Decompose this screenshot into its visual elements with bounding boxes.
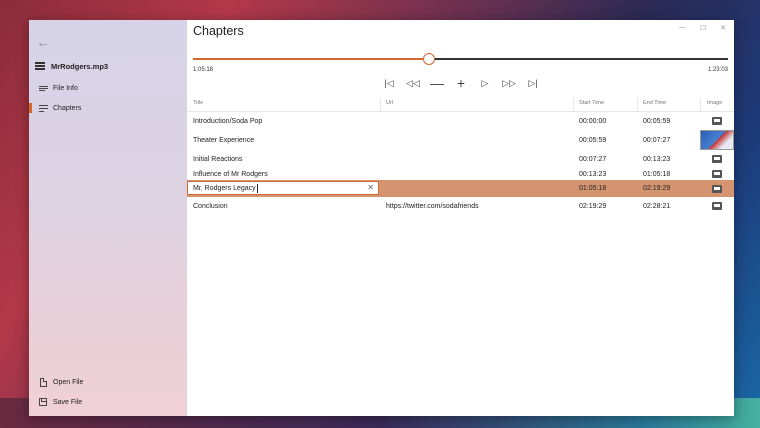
file-name: MrRodgers.mp3 xyxy=(51,61,109,71)
cell-title[interactable]: Initial Reactions xyxy=(193,151,242,167)
column-header-end[interactable]: End Time xyxy=(643,100,666,106)
sidebar: ← MrRodgers.mp3 File Info Chapters Open … xyxy=(29,20,187,416)
chapters-list-icon xyxy=(38,104,48,112)
sidebar-item-file-info[interactable]: File Info xyxy=(29,80,187,96)
back-arrow-icon[interactable]: ← xyxy=(33,35,53,51)
play-icon[interactable]: ▷ xyxy=(478,76,492,90)
save-file-button[interactable]: Save File xyxy=(29,394,187,410)
cell-end-time[interactable]: 00:05:59 xyxy=(643,113,670,129)
image-icon[interactable] xyxy=(712,184,722,193)
cell-end-time[interactable]: 02:28:21 xyxy=(643,198,670,214)
table-row[interactable]: Conclusion https://twitter.com/sodafrien… xyxy=(187,198,734,214)
image-icon[interactable] xyxy=(712,202,722,210)
cell-start-time[interactable]: 01:05:18 xyxy=(579,180,606,197)
column-divider[interactable] xyxy=(380,98,381,112)
table-row[interactable]: Theater Experience 00:05:59 00:07:27 xyxy=(187,130,734,150)
close-icon[interactable]: ✕ xyxy=(720,24,726,32)
cell-end-time[interactable]: 00:13:23 xyxy=(643,151,670,167)
info-lines-icon xyxy=(38,85,48,92)
image-icon[interactable] xyxy=(712,155,722,163)
remove-chapter-icon[interactable]: — xyxy=(430,75,444,91)
column-divider[interactable] xyxy=(573,98,574,112)
playback-slider-thumb[interactable] xyxy=(422,53,435,65)
add-chapter-icon[interactable]: + xyxy=(454,75,468,91)
cell-end-time[interactable]: 02:19:29 xyxy=(643,180,670,197)
sidebar-item-label: Chapters xyxy=(53,104,82,112)
skip-end-icon[interactable]: ▷| xyxy=(526,76,540,90)
cell-start-time[interactable]: 00:05:59 xyxy=(579,130,606,150)
table-row[interactable]: Introduction/Soda Pop 00:00:00 00:05:59 xyxy=(187,113,734,129)
open-file-button[interactable]: Open File xyxy=(29,374,187,390)
playback-slider[interactable] xyxy=(193,53,728,65)
cell-end-time[interactable]: 00:07:27 xyxy=(643,130,670,150)
save-file-icon xyxy=(39,398,47,406)
cell-title[interactable]: Introduction/Soda Pop xyxy=(193,113,262,129)
image-icon[interactable] xyxy=(712,170,722,178)
column-header-image[interactable]: Image xyxy=(707,100,722,106)
current-time: 1:05:18 xyxy=(193,67,214,73)
column-divider[interactable] xyxy=(637,98,638,112)
cell-url[interactable]: https://twitter.com/sodafriends xyxy=(386,198,479,214)
table-row-selected[interactable]: Mr. Rodgers Legacy ✕ 01:05:18 02:19:29 xyxy=(187,180,734,197)
skip-start-icon[interactable]: |◁ xyxy=(382,76,396,90)
file-header: MrRodgers.mp3 xyxy=(35,59,108,73)
hamburger-icon[interactable] xyxy=(35,62,45,70)
cell-start-time[interactable]: 00:00:00 xyxy=(579,113,606,129)
rewind-icon[interactable]: ◁◁ xyxy=(406,76,420,90)
column-header-title[interactable]: Title xyxy=(193,100,203,106)
open-file-icon xyxy=(39,377,47,387)
column-header-start[interactable]: Start Time xyxy=(579,100,604,106)
sidebar-item-label: File Info xyxy=(53,84,78,92)
chapter-title-input[interactable]: Mr. Rodgers Legacy ✕ xyxy=(187,181,379,195)
cell-title[interactable]: Theater Experience xyxy=(193,130,254,150)
column-divider[interactable] xyxy=(700,98,701,112)
column-header-url[interactable]: Url xyxy=(386,100,393,106)
open-file-label: Open File xyxy=(53,378,84,386)
chapter-title-input-value: Mr. Rodgers Legacy xyxy=(193,184,256,192)
playback-progress xyxy=(193,58,429,60)
window-controls: — ☐ ✕ xyxy=(679,24,726,32)
chapter-thumbnail-image[interactable] xyxy=(700,130,734,150)
sidebar-item-chapters[interactable]: Chapters xyxy=(29,100,187,116)
table-row[interactable]: Initial Reactions 00:07:27 00:13:23 xyxy=(187,151,734,167)
page-title: Chapters xyxy=(193,24,244,38)
cell-title[interactable]: Conclusion xyxy=(193,198,228,214)
fast-forward-icon[interactable]: ▷▷ xyxy=(502,76,516,90)
main-content: Chapters — ☐ ✕ 1:05:18 1:23:03 |◁ ◁◁ — +… xyxy=(187,20,734,416)
app-window: ← MrRodgers.mp3 File Info Chapters Open … xyxy=(29,20,734,416)
playback-controls: |◁ ◁◁ — + ▷ ▷▷ ▷| xyxy=(382,75,540,91)
cell-start-time[interactable]: 02:19:29 xyxy=(579,198,606,214)
maximize-icon[interactable]: ☐ xyxy=(700,24,706,32)
table-header: Title Url Start Time End Time Image xyxy=(187,98,734,112)
image-icon[interactable] xyxy=(712,117,722,125)
minimize-icon[interactable]: — xyxy=(679,24,686,32)
cell-start-time[interactable]: 00:07:27 xyxy=(579,151,606,167)
total-time: 1:23:03 xyxy=(707,67,728,73)
save-file-label: Save File xyxy=(53,398,83,406)
clear-input-icon[interactable]: ✕ xyxy=(367,183,374,192)
text-caret xyxy=(256,183,258,193)
